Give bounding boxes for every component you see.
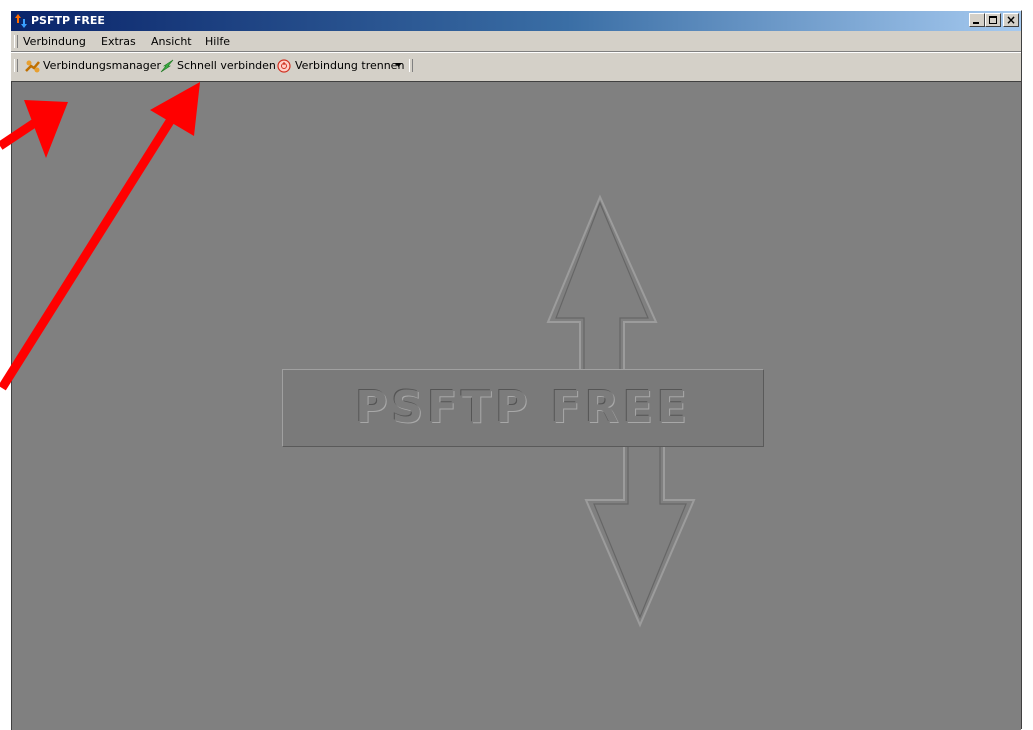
logo-banner: PSFTP FREE: [282, 369, 764, 447]
verbindung-trennen-button[interactable]: Verbindung trennen: [277, 58, 404, 74]
schnell-verbinden-label: Schnell verbinden: [177, 59, 276, 72]
app-window: PSFTP FREE × Verbindung Extras Ansicht H…: [10, 10, 1022, 730]
menu-verbindung[interactable]: Verbindung: [23, 35, 86, 49]
verbindungsmanager-button[interactable]: Verbindungsmanager: [25, 58, 161, 74]
verbindungsmanager-label: Verbindungsmanager: [43, 59, 162, 72]
minimize-icon: [973, 22, 979, 24]
close-button[interactable]: ×: [1003, 13, 1019, 27]
toolbar-overflow-chevron-icon[interactable]: [395, 63, 402, 68]
toolbar: Verbindungsmanager Schnell verbinden Ver…: [11, 53, 1021, 79]
title-bar[interactable]: PSFTP FREE ×: [11, 11, 1021, 31]
verbindung-trennen-label: Verbindung trennen: [295, 59, 405, 72]
menu-bar: Verbindung Extras Ansicht Hilfe: [11, 32, 1021, 51]
close-icon: ×: [1005, 13, 1017, 27]
menu-extras[interactable]: Extras: [101, 35, 136, 49]
main-client-area: PSFTP FREE: [11, 81, 1021, 730]
quick-connect-icon: [160, 59, 174, 73]
menu-ansicht[interactable]: Ansicht: [151, 35, 192, 49]
schnell-verbinden-button[interactable]: Schnell verbinden: [159, 58, 276, 74]
logo-text: PSFTP FREE: [355, 382, 691, 433]
disconnect-icon: [277, 59, 291, 73]
menubar-grip[interactable]: [14, 35, 18, 48]
app-icon: [15, 14, 27, 28]
toolbar-grip[interactable]: [14, 59, 18, 72]
toolbar-end-grip: [409, 59, 413, 72]
maximize-icon: [989, 16, 997, 24]
menu-hilfe[interactable]: Hilfe: [205, 35, 230, 49]
window-controls: ×: [967, 13, 1019, 29]
minimize-button[interactable]: [969, 13, 985, 27]
window-title: PSFTP FREE: [31, 14, 105, 27]
maximize-button[interactable]: [985, 13, 1001, 27]
connection-manager-icon: [25, 60, 40, 73]
